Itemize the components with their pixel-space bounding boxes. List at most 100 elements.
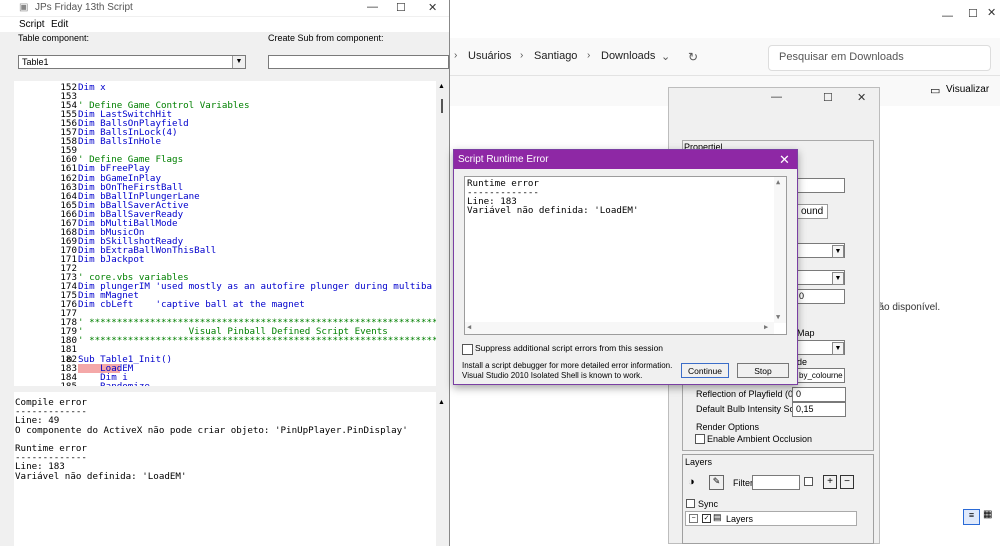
debugger-info: Install a script debugger for more detai…: [462, 361, 680, 381]
colour-dropdown[interactable]: by_colourne: [795, 368, 845, 383]
remove-layer-icon[interactable]: −: [840, 475, 854, 489]
tiles-view-icon[interactable]: ▦: [983, 509, 992, 520]
name-field[interactable]: [795, 178, 845, 193]
code-line[interactable]: 176 Dim cbLeft 'captive ball at the magne…: [14, 300, 436, 309]
layer-visible-checkbox[interactable]: ✓: [702, 514, 711, 523]
output-line: O componente do ActiveX não pode criar o…: [15, 424, 408, 436]
code-line[interactable]: 152 Dim x: [14, 83, 436, 92]
debugger-info-line-1: Install a script debugger for more detai…: [462, 361, 673, 370]
close-icon[interactable]: ✕: [857, 91, 866, 104]
chevron-down-icon[interactable]: ▼: [832, 342, 844, 355]
scroll-up-icon[interactable]: ▲: [438, 399, 445, 406]
scroll-right-icon[interactable]: ▶: [764, 323, 768, 331]
ambient-occlusion-checkbox[interactable]: [695, 434, 705, 444]
menu-edit[interactable]: Edit: [51, 19, 68, 30]
breadcrumb-santiago[interactable]: Santiago: [534, 50, 577, 62]
chevron-down-icon[interactable]: ▼: [832, 272, 844, 285]
sync-label: Sync: [698, 499, 719, 509]
output-console[interactable]: Compile error ------------- Line: 49 O comp…: [14, 392, 436, 546]
scroll-up-icon[interactable]: ▲: [776, 178, 780, 186]
script-editor-window: ▣ JPs Friday 13th Script — ☐ ✕ Script Ed…: [0, 0, 450, 546]
bulb-intensity-field[interactable]: 0,15: [792, 402, 846, 417]
code-text: Dim cbLeft 'captive ball at the magnet: [78, 299, 305, 311]
code-text: Dim x: [78, 82, 106, 93]
code-scrollbar[interactable]: ▲: [436, 81, 448, 386]
continue-button[interactable]: Continue: [681, 363, 729, 378]
filter-label: Filter: [733, 478, 753, 488]
preview-button[interactable]: Visualizar: [946, 84, 989, 95]
collapse-icon[interactable]: −: [689, 514, 698, 523]
breadcrumb-downloads[interactable]: Downloads: [601, 50, 655, 62]
stop-button[interactable]: Stop: [737, 363, 789, 378]
edit-layer-icon[interactable]: ✎: [709, 475, 724, 490]
code-line[interactable]: 158 Dim BallsInHole: [14, 137, 436, 146]
sound-tab[interactable]: ound: [796, 204, 829, 219]
render-options-label: Render Options: [696, 422, 760, 432]
reflection-field[interactable]: 0: [792, 387, 846, 402]
breadcrumb-usuarios[interactable]: Usuários: [468, 50, 511, 62]
menu-script[interactable]: Script: [19, 19, 45, 30]
sync-checkbox[interactable]: [686, 499, 695, 508]
add-layer-icon[interactable]: +: [823, 475, 837, 489]
app-icon: ▣: [19, 2, 29, 13]
minimize-icon[interactable]: —: [771, 91, 782, 103]
script-window-titlebar: ▣ JPs Friday 13th Script — ☐ ✕: [0, 0, 449, 16]
scroll-left-icon[interactable]: ◀: [467, 323, 471, 331]
scroll-thumb[interactable]: [441, 99, 443, 113]
maximize-icon[interactable]: ☐: [396, 1, 406, 14]
code-line[interactable]: 171 Dim bJackpot: [14, 255, 436, 264]
code-text: Dim BallsInHole: [78, 136, 161, 148]
table-component-label: Table component:: [18, 33, 90, 43]
output-line: Variável não definida: 'LoadEM': [15, 470, 187, 482]
chevron-down-icon[interactable]: ⌄: [661, 50, 670, 63]
layers-stack-icon: ▤: [713, 512, 722, 522]
dialog-title: Script Runtime Error: [458, 154, 549, 165]
filter-checkbox[interactable]: [804, 477, 813, 486]
layers-title: Layers: [685, 457, 713, 467]
reflection-label: Reflection of Playfield (0..X): [696, 389, 808, 399]
minimize-icon[interactable]: —: [942, 10, 953, 22]
assign-layer-icon[interactable]: ◑: [688, 476, 695, 488]
code-text: Dim bJackpot: [78, 253, 145, 265]
close-icon[interactable]: ✕: [779, 152, 790, 168]
search-input[interactable]: Pesquisar em Downloads: [768, 45, 991, 71]
menu-bar: Script Edit: [0, 17, 449, 32]
create-sub-input[interactable]: [268, 55, 449, 69]
code-editor[interactable]: 152 Dim x 153 154 ' Define Game Control Vari…: [14, 81, 436, 386]
scroll-down-icon[interactable]: ▼: [776, 313, 780, 321]
maximize-icon[interactable]: ☐: [968, 7, 978, 20]
window-title: JPs Friday 13th Script: [35, 2, 133, 13]
refresh-icon[interactable]: ↻: [688, 50, 698, 64]
scroll-up-icon[interactable]: ▲: [438, 83, 445, 90]
code-line[interactable]: 180 ' ***********************************…: [14, 336, 436, 345]
ambient-occlusion-label: Enable Ambient Occlusion: [707, 434, 813, 444]
table-select-value: Table1: [22, 57, 49, 67]
error-line: Variável não definida: 'LoadEM': [467, 205, 639, 216]
output-scrollbar[interactable]: ▲: [436, 392, 448, 546]
details-view-icon[interactable]: ≡: [963, 509, 980, 525]
close-icon[interactable]: ✕: [428, 1, 437, 14]
suppress-errors-checkbox[interactable]: [462, 344, 473, 355]
table-component-select[interactable]: Table1 ▼: [18, 55, 246, 69]
code-line[interactable]: 185 Randomize: [14, 382, 436, 386]
layers-tree-item[interactable]: Layers: [726, 514, 753, 524]
minimize-icon[interactable]: —: [367, 1, 378, 13]
explorer-titlebar: [449, 0, 1000, 38]
error-vscrollbar[interactable]: ▲ ▼: [774, 177, 786, 323]
error-hscrollbar[interactable]: ◀ ▶: [465, 322, 774, 334]
breadcrumb-separator-icon: ›: [454, 50, 458, 61]
suppress-errors-label: Suppress additional script errors from t…: [475, 343, 664, 353]
value-field[interactable]: 0: [795, 289, 845, 304]
close-icon[interactable]: ✕: [987, 6, 996, 19]
search-placeholder: Pesquisar em Downloads: [779, 51, 904, 63]
line-number: 185: [41, 382, 77, 386]
mode-label: de: [797, 357, 808, 367]
dialog-titlebar: Script Runtime Error ✕: [454, 150, 797, 169]
chevron-down-icon[interactable]: ▼: [832, 245, 844, 258]
debugger-info-line-2: Visual Studio 2010 Isolated Shell is kno…: [462, 371, 643, 380]
maximize-icon[interactable]: ☐: [823, 91, 833, 104]
chevron-down-icon[interactable]: ▼: [232, 56, 245, 68]
error-message-box[interactable]: ▲ ▼ ◀ ▶ Runtime error ------------- Line: …: [464, 176, 787, 335]
filter-input[interactable]: [752, 475, 800, 490]
breadcrumb-separator-icon: ›: [587, 50, 591, 61]
